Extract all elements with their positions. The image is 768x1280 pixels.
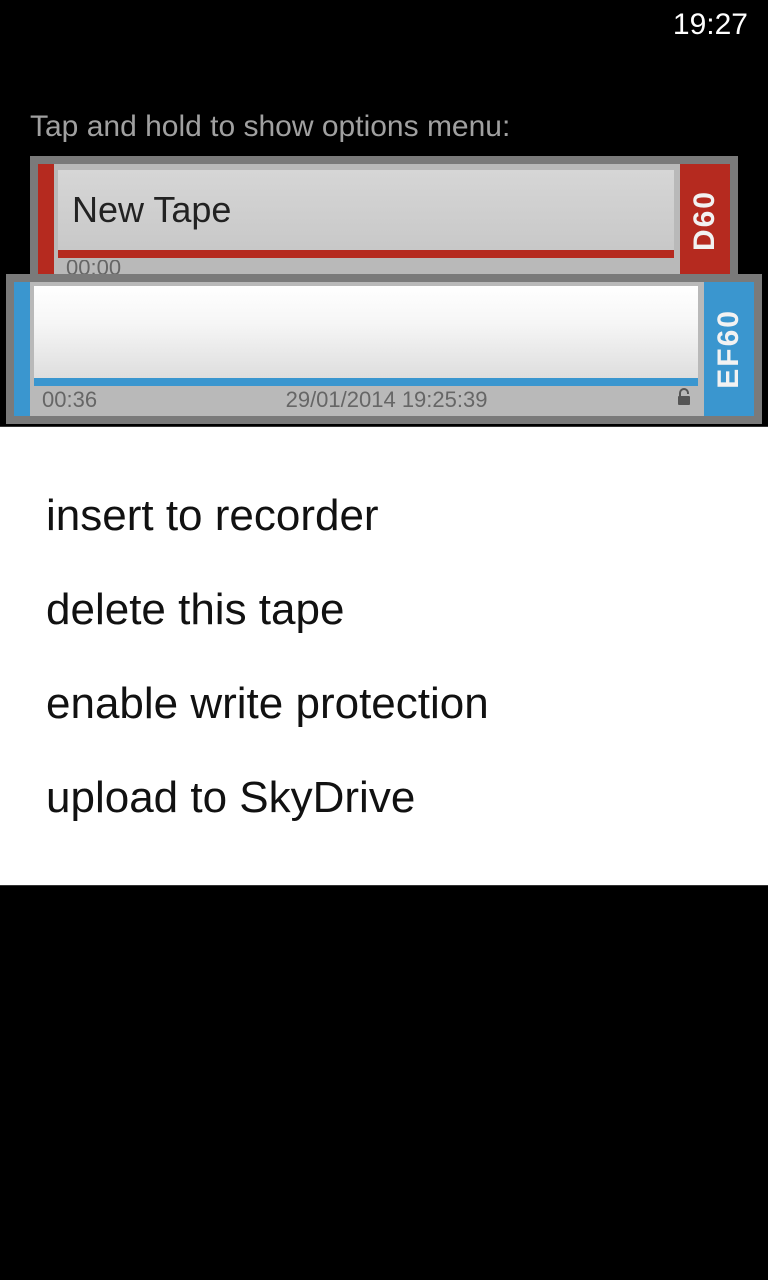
- tape-type-label: D60: [688, 190, 722, 251]
- menu-upload-skydrive[interactable]: upload to SkyDrive: [0, 751, 768, 845]
- tape-item-new[interactable]: New Tape 00:00 D60: [30, 156, 738, 286]
- tape-timestamp: 29/01/2014 19:25:39: [97, 387, 676, 413]
- instruction-text: Tap and hold to show options menu:: [0, 50, 768, 156]
- status-clock: 19:27: [673, 8, 748, 42]
- tape-item-selected[interactable]: 00:36 29/01/2014 19:25:39 EF60: [6, 274, 762, 424]
- tape-accent: [14, 282, 30, 416]
- tape-type-strip: D60: [680, 164, 730, 278]
- menu-insert-recorder[interactable]: insert to recorder: [0, 469, 768, 563]
- menu-delete-tape[interactable]: delete this tape: [0, 563, 768, 657]
- tape-label: New Tape: [58, 170, 674, 258]
- tape-elapsed: 00:36: [38, 387, 97, 413]
- context-menu: insert to recorder delete this tape enab…: [0, 426, 768, 886]
- tape-type-strip: EF60: [704, 282, 754, 416]
- tape-accent: [38, 164, 54, 278]
- menu-write-protection[interactable]: enable write protection: [0, 657, 768, 751]
- unlock-icon: [676, 388, 696, 412]
- tape-label: [34, 286, 698, 386]
- tape-type-label: EF60: [712, 309, 746, 389]
- status-bar: 19:27: [0, 0, 768, 50]
